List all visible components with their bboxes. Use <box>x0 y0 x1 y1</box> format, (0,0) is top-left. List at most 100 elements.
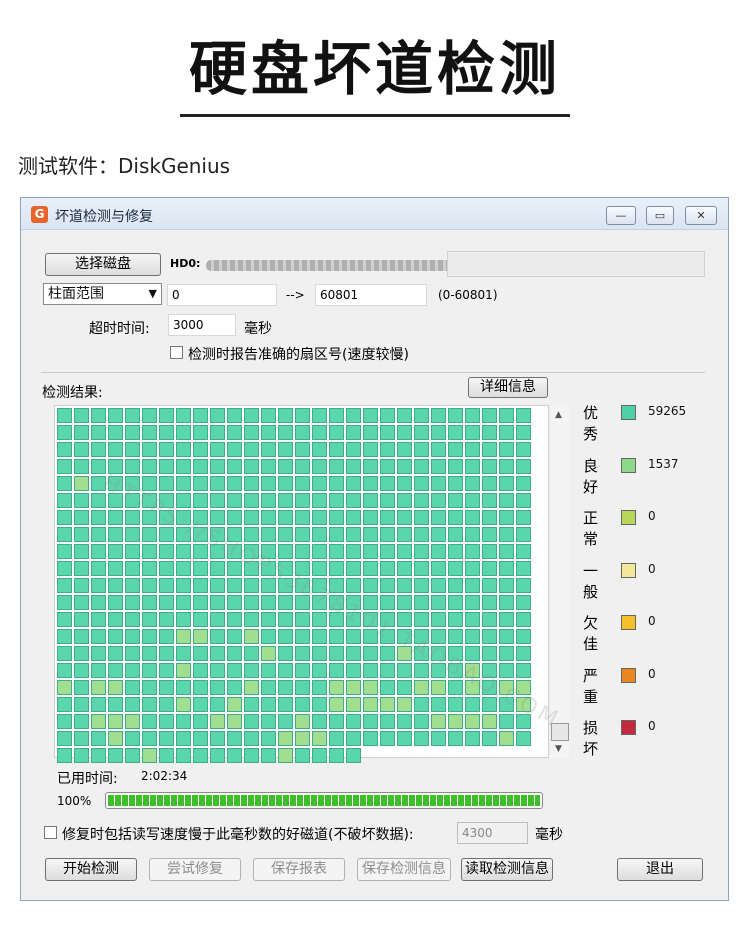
legend-label: 严重 <box>583 666 599 706</box>
range-type-select[interactable]: 柱面范围 ▼ <box>43 283 162 305</box>
sector-block <box>159 544 174 559</box>
sector-block <box>125 578 140 593</box>
sector-block <box>431 578 446 593</box>
sector-block <box>380 561 395 576</box>
sector-block <box>159 663 174 678</box>
sector-block <box>108 595 123 610</box>
sector-block <box>431 442 446 457</box>
exit-button[interactable]: 退出 <box>617 858 703 881</box>
sector-block <box>193 731 208 746</box>
sector-block <box>397 425 412 440</box>
sector-block <box>74 578 89 593</box>
sector-block <box>193 493 208 508</box>
sector-block <box>261 612 276 627</box>
scroll-down-icon[interactable]: ▼ <box>555 744 562 754</box>
sector-block <box>227 714 242 729</box>
sector-block <box>380 459 395 474</box>
sector-block <box>312 408 327 423</box>
sector-block <box>142 595 157 610</box>
sector-block <box>414 527 429 542</box>
sector-block <box>91 629 106 644</box>
sector-block <box>159 578 174 593</box>
sector-block <box>91 408 106 423</box>
sector-block <box>193 697 208 712</box>
sector-block <box>431 595 446 610</box>
sector-block <box>363 663 378 678</box>
sector-block <box>346 425 361 440</box>
sector-block <box>482 646 497 661</box>
repair-ms-unit: 毫秒 <box>535 827 563 843</box>
sector-block <box>176 646 191 661</box>
sector-block <box>397 663 412 678</box>
sector-block <box>193 459 208 474</box>
sector-block <box>448 408 463 423</box>
sector-block <box>482 629 497 644</box>
timeout-input[interactable]: 3000 <box>168 314 236 336</box>
try-repair-button[interactable]: 尝试修复 <box>149 858 241 881</box>
repair-slow-checkbox[interactable] <box>44 826 57 839</box>
sector-block <box>431 476 446 491</box>
sector-block <box>516 544 531 559</box>
sector-block <box>499 493 514 508</box>
disk-label: HD0: <box>170 257 201 270</box>
sector-block <box>295 748 310 763</box>
save-report-button[interactable]: 保存报表 <box>253 858 345 881</box>
sector-block <box>74 646 89 661</box>
sector-block <box>193 425 208 440</box>
sector-block <box>465 544 480 559</box>
sector-block <box>346 748 361 763</box>
range-end-input[interactable]: 60801 <box>315 284 427 306</box>
sector-block <box>261 680 276 695</box>
sector-block <box>448 425 463 440</box>
sector-block <box>295 612 310 627</box>
sector-block <box>363 476 378 491</box>
start-detect-button[interactable]: 开始检测 <box>45 858 137 881</box>
sector-block <box>159 680 174 695</box>
sector-block <box>278 629 293 644</box>
read-detect-info-button[interactable]: 读取检测信息 <box>461 858 553 881</box>
sector-block <box>193 663 208 678</box>
sector-block <box>380 544 395 559</box>
sector-block <box>414 442 429 457</box>
sector-block <box>465 612 480 627</box>
range-hint: (0-60801) <box>438 288 498 302</box>
sector-block <box>499 459 514 474</box>
sector-block <box>363 527 378 542</box>
sector-block <box>210 595 225 610</box>
maximize-icon[interactable]: ▭ <box>646 206 674 225</box>
sector-block <box>57 578 72 593</box>
sector-block <box>261 425 276 440</box>
scroll-up-icon[interactable]: ▲ <box>555 410 562 420</box>
sector-block <box>57 561 72 576</box>
sector-block <box>482 425 497 440</box>
sector-block <box>261 714 276 729</box>
report-sector-checkbox[interactable] <box>170 346 183 359</box>
sector-block <box>227 697 242 712</box>
select-disk-button[interactable]: 选择磁盘 <box>45 253 161 276</box>
sector-block <box>312 646 327 661</box>
minimize-icon[interactable]: — <box>606 206 636 225</box>
range-start-input[interactable]: 0 <box>167 284 277 306</box>
sector-block <box>227 578 242 593</box>
sector-block <box>278 493 293 508</box>
sector-block <box>397 561 412 576</box>
sector-block <box>74 493 89 508</box>
repair-ms-input[interactable]: 4300 <box>457 822 528 844</box>
sector-block <box>159 629 174 644</box>
sector-block <box>448 595 463 610</box>
sector-block <box>346 561 361 576</box>
sector-block <box>329 544 344 559</box>
sector-block <box>329 527 344 542</box>
sector-block <box>414 476 429 491</box>
sector-block <box>516 646 531 661</box>
sector-block <box>312 561 327 576</box>
sector-block <box>57 527 72 542</box>
sector-block <box>329 561 344 576</box>
sector-block <box>244 527 259 542</box>
close-icon[interactable]: ✕ <box>685 206 717 225</box>
sector-block <box>125 527 140 542</box>
sector-block <box>227 476 242 491</box>
save-detect-info-button[interactable]: 保存检测信息 <box>357 858 451 881</box>
detail-info-button[interactable]: 详细信息 <box>468 377 548 398</box>
sector-block <box>210 578 225 593</box>
